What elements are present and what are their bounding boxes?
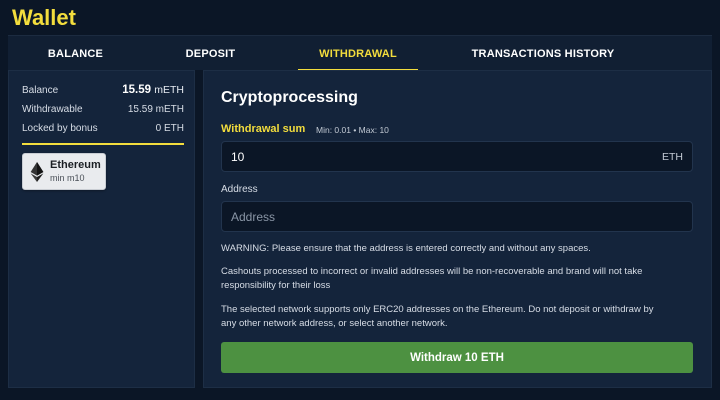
method-ethereum[interactable]: Ethereum min m10 [22,153,106,190]
withdrawable-row: Withdrawable 15.59 mETH [22,104,184,115]
address-label: Address [221,184,258,195]
cashout-note: Cashouts processed to incorrect or inval… [221,266,643,291]
page-title: Wallet [12,5,76,30]
balance-row: Balance 15.59 mETH [22,84,184,96]
wallet-sidebar: Balance 15.59 mETH Withdrawable 15.59 mE… [8,70,195,388]
tab-withdrawal[interactable]: WITHDRAWAL [298,36,418,71]
form-title: Cryptoprocessing [221,89,358,106]
withdraw-button[interactable]: Withdraw 10 ETH [221,342,693,373]
method-text: Ethereum min m10 [50,159,101,184]
withdrawal-sum-input[interactable] [231,149,631,164]
warning-text: WARNING: Please ensure that the address … [221,243,591,254]
balance-label: Balance [22,85,59,96]
balance-amount: 15.59 [122,84,152,96]
withdrawable-label: Withdrawable [22,104,83,115]
tab-transactions-history[interactable]: TRANSACTIONS HISTORY [458,36,628,71]
address-input[interactable] [231,209,631,224]
ethereum-icon [30,161,44,182]
locked-value: 0 ETH [155,123,184,134]
withdrawal-sum-hint: Min: 0.01 • Max: 10 [316,125,389,135]
tab-deposit[interactable]: DEPOSIT [143,36,278,71]
balance-divider [22,143,184,145]
tab-balance[interactable]: BALANCE [8,36,143,71]
withdrawal-sum-field: ETH [221,141,693,172]
address-field [221,201,693,232]
tab-bar: BALANCE DEPOSIT WITHDRAWAL TRANSACTIONS … [8,35,712,71]
withdrawal-sum-label: Withdrawal sum [221,123,306,135]
balance-value: 15.59 mETH [122,84,184,96]
method-min: min m10 [50,173,85,183]
withdrawable-value: 15.59 mETH [127,104,184,115]
network-note: The selected network supports only ERC20… [221,304,654,329]
locked-label: Locked by bonus [22,123,98,134]
method-name: Ethereum [50,159,101,171]
balance-unit: mETH [154,84,184,96]
currency-suffix: ETH [662,150,683,163]
locked-by-bonus-row: Locked by bonus 0 ETH [22,123,184,134]
withdrawal-panel: Cryptoprocessing Withdrawal sum Min: 0.0… [203,70,712,388]
